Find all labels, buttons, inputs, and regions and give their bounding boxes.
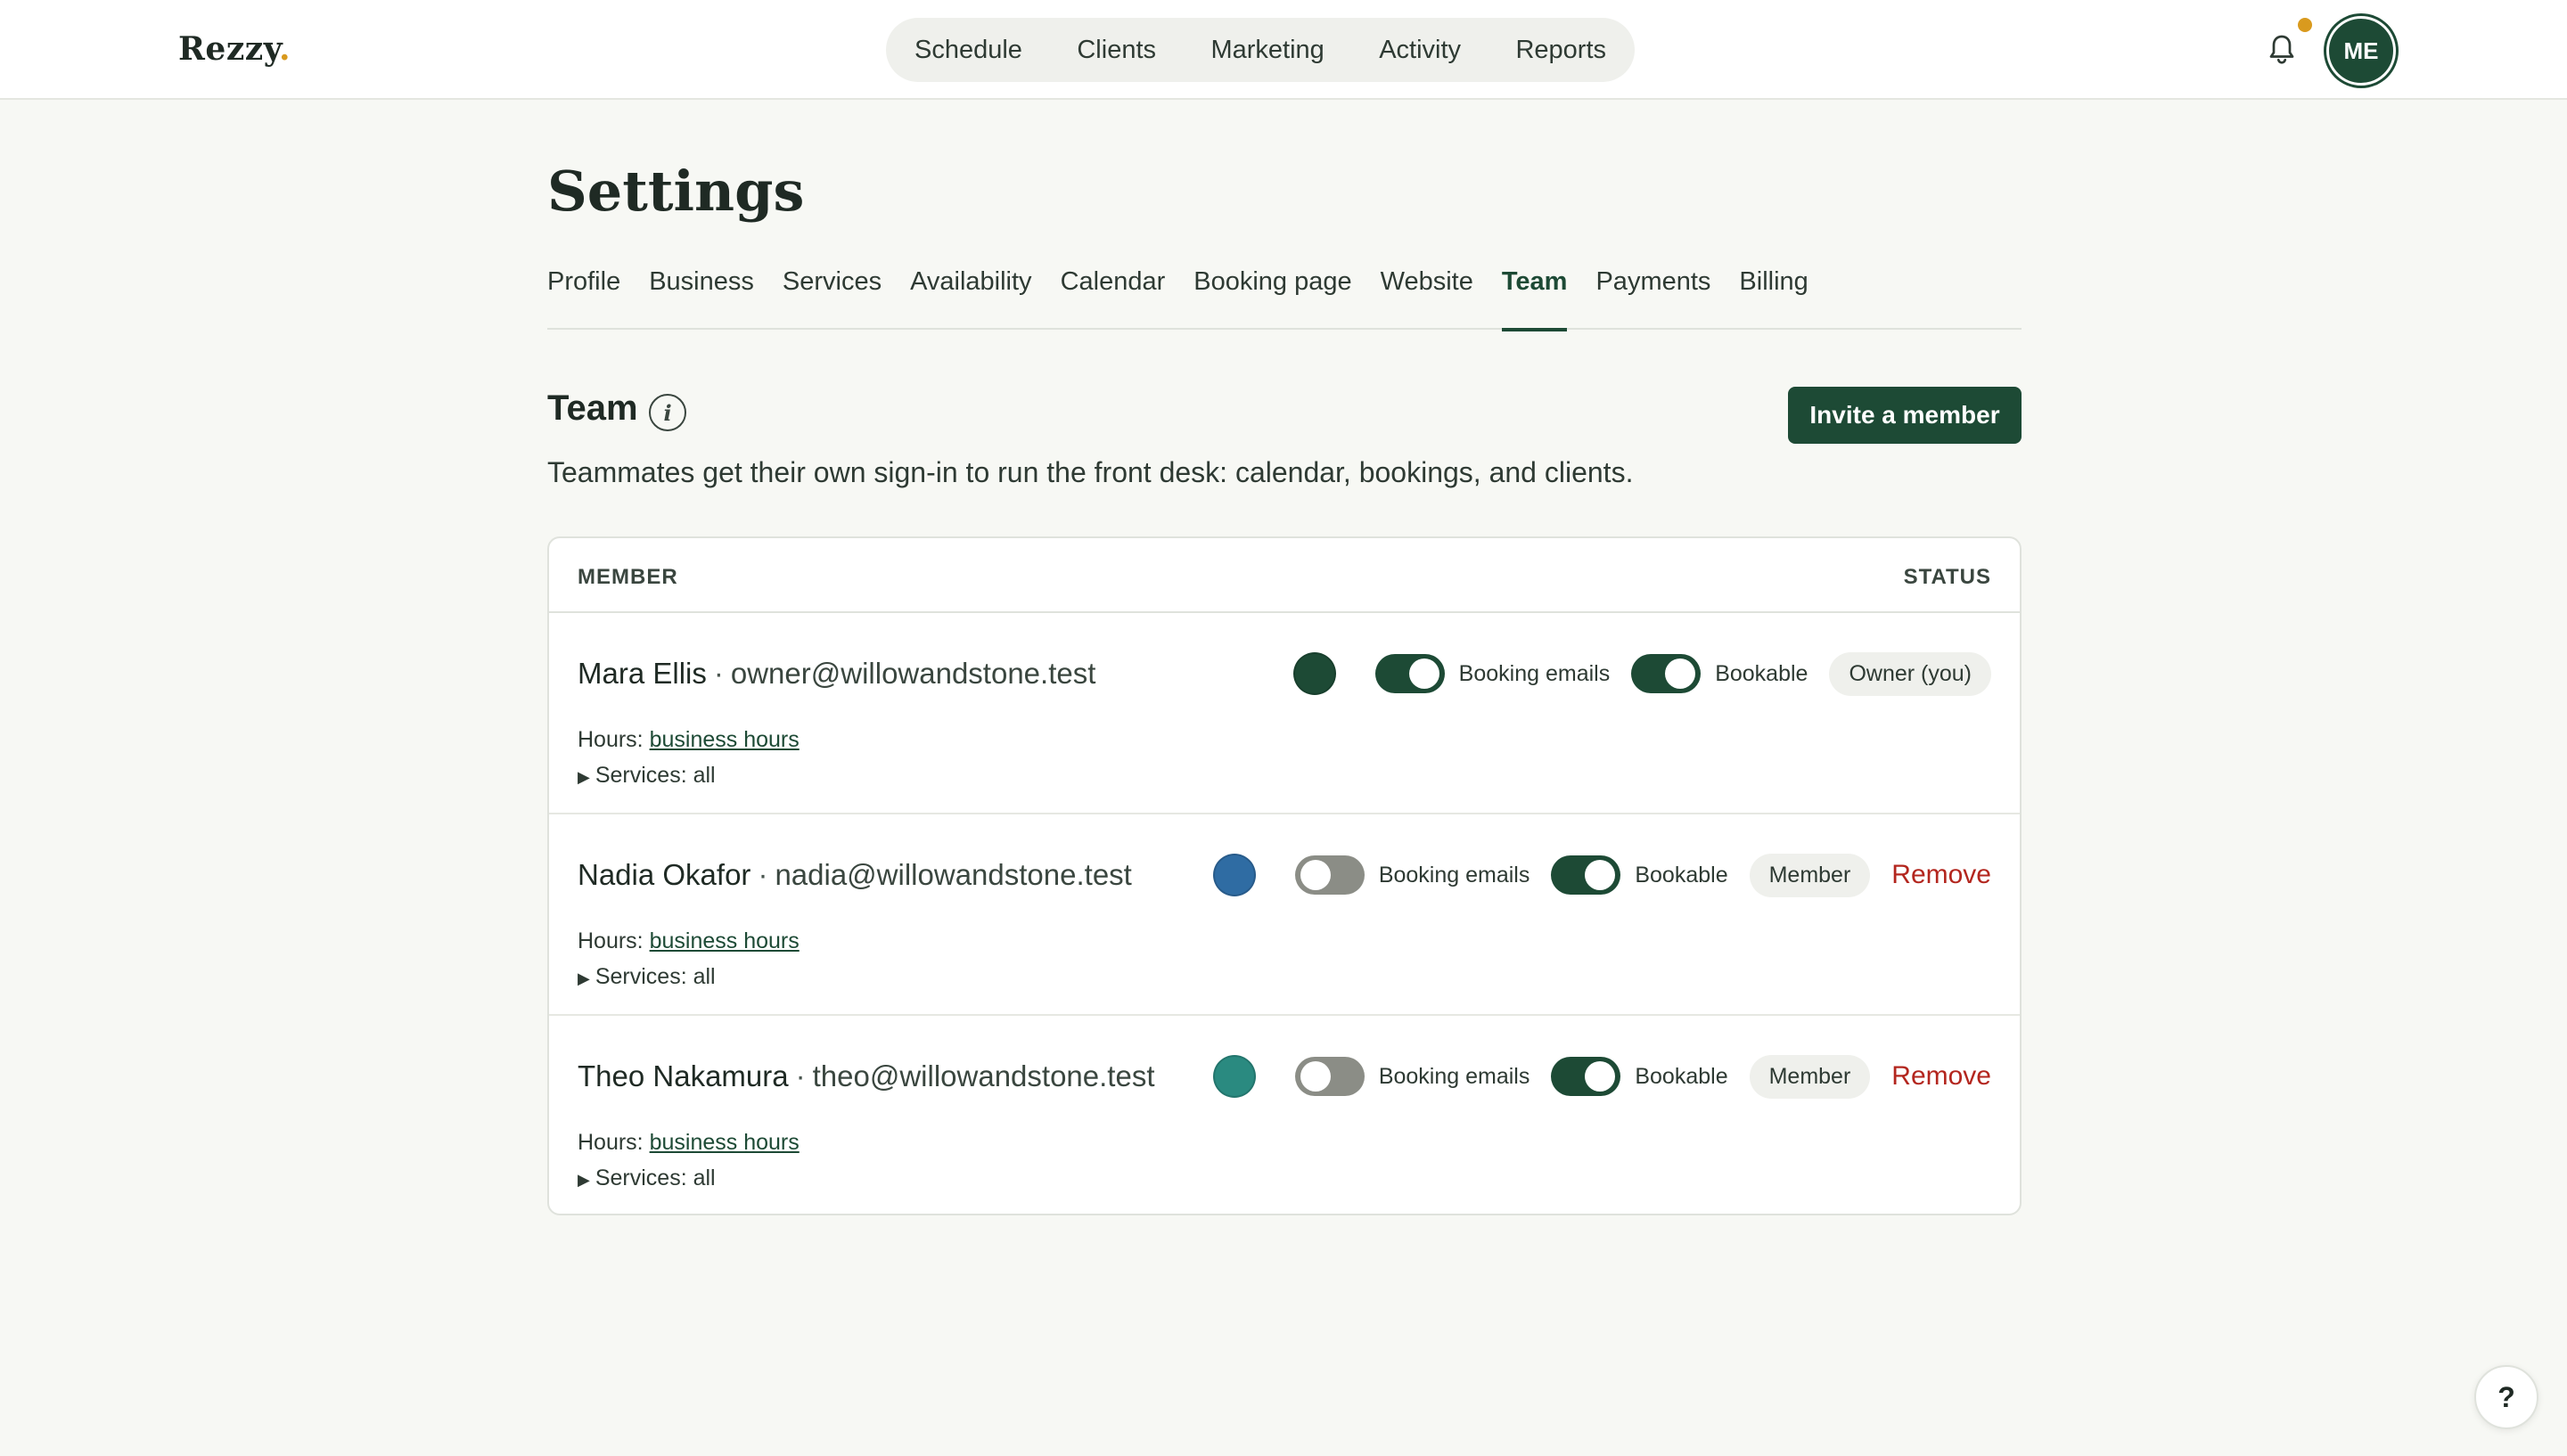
services-label: Services: all: [595, 763, 716, 788]
table-header: MEMBER STATUS: [549, 538, 2020, 613]
member-email: nadia@willowandstone.test: [775, 858, 1132, 891]
tab-website[interactable]: Website: [1381, 258, 1473, 330]
hours-line: Hours: business hours: [578, 727, 800, 753]
main-nav: Schedule Clients Marketing Activity Repo…: [886, 18, 1635, 82]
tab-services[interactable]: Services: [783, 258, 882, 330]
team-table: MEMBER STATUS Mara Ellis · owner@willowa…: [547, 536, 2022, 1215]
booking-emails-label: Booking emails: [1458, 660, 1611, 686]
section-description: Teammates get their own sign-in to run t…: [547, 456, 1634, 488]
separator: ·: [713, 657, 724, 690]
member-color-swatch[interactable]: [1292, 652, 1336, 695]
tab-availability[interactable]: Availability: [910, 258, 1031, 330]
tab-team[interactable]: Team: [1501, 258, 1567, 331]
member-line: Theo Nakamura · theo@willowandstone.test…: [578, 1051, 1991, 1101]
nav-item-activity[interactable]: Activity: [1379, 36, 1461, 65]
settings-tabs: Profile Business Services Availability C…: [547, 258, 2022, 331]
business-hours-link[interactable]: business hours: [650, 727, 800, 752]
tab-business[interactable]: Business: [649, 258, 754, 330]
tab-profile[interactable]: Profile: [547, 258, 620, 330]
section-title: Team: [547, 389, 638, 428]
hours-line: Hours: business hours: [578, 1130, 800, 1156]
toggle-knob: [1585, 1061, 1616, 1092]
table-row: Theo Nakamura · theo@willowandstone.test…: [549, 1016, 2020, 1214]
table-row: Nadia Okafor · nadia@willowandstone.test…: [549, 814, 2020, 1016]
tab-calendar[interactable]: Calendar: [1061, 258, 1166, 330]
notification-dot: [2298, 18, 2312, 32]
business-hours-link[interactable]: business hours: [650, 1130, 800, 1155]
separator: ·: [758, 858, 768, 891]
nav-item-marketing[interactable]: Marketing: [1210, 36, 1324, 65]
booking-emails-toggle[interactable]: [1374, 654, 1445, 693]
booking-emails-toggle[interactable]: [1294, 1057, 1365, 1096]
logo[interactable]: Rezzy.: [178, 30, 291, 68]
bookable-label: Bookable: [1635, 862, 1728, 888]
member-line: Nadia Okafor · nadia@willowandstone.test…: [578, 850, 1991, 900]
role-badge: Owner (you): [1829, 651, 1991, 696]
booking-emails-label: Booking emails: [1378, 862, 1530, 888]
tab-booking-page[interactable]: Booking page: [1193, 258, 1351, 330]
role-badge: Member: [1749, 853, 1871, 897]
bookable-toggle[interactable]: [1551, 1057, 1621, 1096]
bookable-label: Bookable: [1715, 660, 1808, 686]
disclosure-triangle-icon: ▶: [578, 768, 590, 786]
bookable-toggle[interactable]: [1551, 855, 1621, 895]
member-color-swatch[interactable]: [1212, 1055, 1256, 1098]
member-line: Mara Ellis · owner@willowandstone.test B…: [578, 649, 1991, 699]
member-email: theo@willowandstone.test: [812, 1059, 1155, 1092]
tab-billing[interactable]: Billing: [1739, 258, 1808, 330]
services-disclosure[interactable]: ▶ Services: all: [578, 763, 716, 789]
invite-member-button[interactable]: Invite a member: [1788, 387, 2022, 444]
services-disclosure[interactable]: ▶ Services: all: [578, 1166, 716, 1191]
member-name: Nadia Okafor: [578, 858, 751, 891]
nav-item-reports[interactable]: Reports: [1515, 36, 1606, 65]
hours-prefix: Hours:: [578, 727, 644, 752]
logo-text: Rezzy: [178, 30, 279, 68]
member-name: Theo Nakamura: [578, 1059, 789, 1092]
avatar[interactable]: ME: [2326, 16, 2396, 86]
remove-member-button[interactable]: Remove: [1891, 1061, 1991, 1092]
separator: ·: [795, 1059, 806, 1092]
bookable-label: Bookable: [1635, 1063, 1728, 1089]
toggle-knob: [1665, 658, 1696, 689]
column-header-member: MEMBER: [578, 565, 678, 589]
logo-dot: .: [279, 30, 291, 68]
toggle-knob: [1300, 1061, 1331, 1092]
disclosure-triangle-icon: ▶: [578, 1171, 590, 1189]
remove-member-button[interactable]: Remove: [1891, 860, 1991, 890]
help-icon: ?: [2497, 1380, 2515, 1413]
booking-emails-label: Booking emails: [1378, 1063, 1530, 1089]
disclosure-triangle-icon: ▶: [578, 969, 590, 987]
nav-item-schedule[interactable]: Schedule: [914, 36, 1022, 65]
services-label: Services: all: [595, 964, 716, 989]
toggle-knob: [1408, 658, 1439, 689]
business-hours-link[interactable]: business hours: [650, 928, 800, 953]
help-button[interactable]: ?: [2474, 1365, 2538, 1429]
member-email: owner@willowandstone.test: [730, 657, 1096, 690]
table-row: Mara Ellis · owner@willowandstone.test B…: [549, 613, 2020, 814]
page-title: Settings: [547, 159, 805, 224]
top-bar: Rezzy. Schedule Clients Marketing Activi…: [0, 0, 2567, 100]
member-color-swatch[interactable]: [1212, 854, 1256, 896]
avatar-initials: ME: [2343, 37, 2379, 64]
info-icon[interactable]: i: [649, 394, 686, 431]
services-label: Services: all: [595, 1166, 716, 1190]
hours-prefix: Hours:: [578, 1130, 644, 1155]
hours-line: Hours: business hours: [578, 928, 800, 954]
booking-emails-toggle[interactable]: [1294, 855, 1365, 895]
bell-icon[interactable]: [2266, 32, 2298, 68]
hours-prefix: Hours:: [578, 928, 644, 953]
member-name: Mara Ellis: [578, 657, 707, 690]
services-disclosure[interactable]: ▶ Services: all: [578, 964, 716, 990]
toggle-knob: [1585, 860, 1616, 890]
toggle-knob: [1300, 860, 1331, 890]
tab-payments[interactable]: Payments: [1595, 258, 1710, 330]
role-badge: Member: [1749, 1054, 1871, 1099]
bookable-toggle[interactable]: [1631, 654, 1702, 693]
nav-item-clients[interactable]: Clients: [1077, 36, 1156, 65]
column-header-status: STATUS: [1903, 565, 1991, 589]
